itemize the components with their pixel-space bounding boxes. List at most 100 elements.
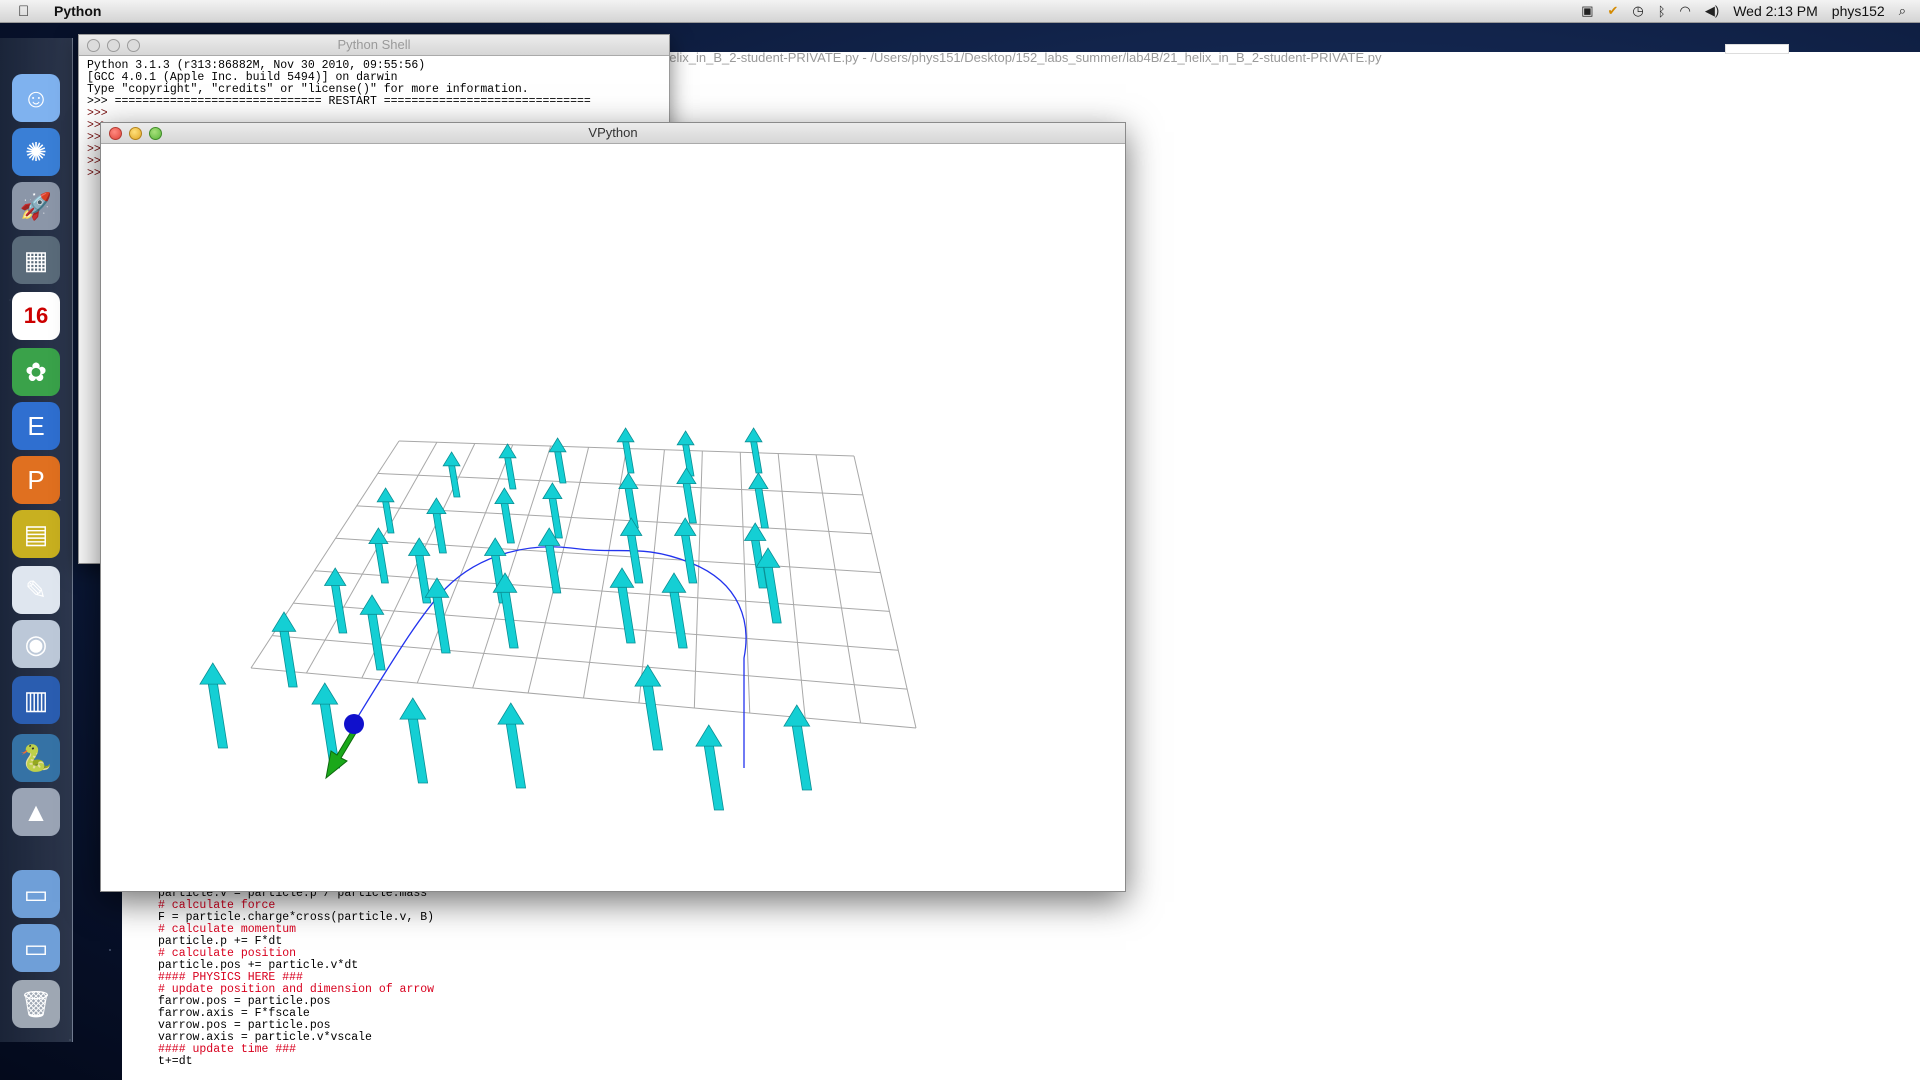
bluetooth-icon[interactable]: ᛒ bbox=[1658, 4, 1666, 19]
trash-icon[interactable]: 🗑 bbox=[12, 980, 60, 1028]
arrow-shaft bbox=[382, 500, 395, 534]
arrow-shaft bbox=[448, 464, 461, 498]
finder-icon[interactable]: ☺ bbox=[12, 74, 60, 122]
close-button[interactable] bbox=[109, 127, 122, 140]
grid-line bbox=[638, 449, 665, 704]
grid-line bbox=[815, 454, 862, 724]
menu-bar:  Python ▣ ✔ ◷ ᛒ ◠ ◀) Wed 2:13 PM phys15… bbox=[0, 0, 1920, 23]
check-icon[interactable]: ✔ bbox=[1607, 3, 1618, 19]
arrow-shaft bbox=[750, 440, 763, 474]
app-icon[interactable]: E bbox=[12, 402, 60, 450]
grid-line bbox=[739, 452, 751, 714]
app-icon[interactable]: ◉ bbox=[12, 620, 60, 668]
spotlight-icon[interactable]: ⌕ bbox=[1899, 3, 1906, 19]
close-button[interactable] bbox=[87, 39, 100, 52]
field-arrow bbox=[359, 594, 386, 671]
arrow-head bbox=[424, 577, 450, 598]
minimize-button[interactable] bbox=[107, 39, 120, 52]
arrow-shaft bbox=[500, 502, 515, 544]
arrow-head bbox=[323, 567, 347, 586]
arrow-head bbox=[498, 443, 517, 459]
app-name[interactable]: Python bbox=[54, 3, 101, 19]
folder-icon[interactable]: ▭ bbox=[12, 870, 60, 918]
status-icon[interactable]: ▣ bbox=[1581, 3, 1593, 19]
arrow-head bbox=[271, 611, 297, 632]
arrow-shaft bbox=[682, 482, 697, 524]
vpython-window[interactable]: VPython bbox=[100, 122, 1126, 892]
field-arrow bbox=[744, 427, 763, 474]
apple-icon[interactable]:  bbox=[18, 3, 40, 20]
arrow-head bbox=[748, 472, 769, 490]
arrow-shaft bbox=[367, 613, 386, 671]
field-arrow bbox=[695, 724, 725, 811]
arrow-shaft bbox=[763, 566, 782, 624]
editor-title: helix_in_B_2-student-PRIVATE.py - /Users… bbox=[662, 50, 1382, 65]
editor-toolbar-button[interactable] bbox=[1725, 44, 1789, 54]
arrow-head bbox=[359, 594, 385, 615]
arrow-head bbox=[494, 487, 515, 505]
arrow-head bbox=[609, 567, 635, 588]
arrow-shaft bbox=[680, 534, 698, 584]
arrow-shaft bbox=[791, 724, 813, 791]
dock: ☺ ✺ 🚀 ▦ 16 ✿ E P ▤ ✎ ◉ ▥ 🐍 ▲ ▭ ▭ 🗑 bbox=[0, 38, 73, 1042]
arrow-head bbox=[695, 724, 723, 747]
wifi-icon[interactable]: ◠ bbox=[1680, 3, 1691, 19]
user-name[interactable]: phys152 bbox=[1832, 3, 1885, 19]
safari-icon[interactable]: ✺ bbox=[12, 128, 60, 176]
photo-icon[interactable]: ▦ bbox=[12, 236, 60, 284]
zoom-button[interactable] bbox=[127, 39, 140, 52]
clock[interactable]: Wed 2:13 PM bbox=[1733, 3, 1818, 19]
arrow-shaft bbox=[669, 591, 688, 649]
app-icon[interactable]: ✿ bbox=[12, 348, 60, 396]
arrow-shaft bbox=[504, 456, 517, 490]
app-icon[interactable]: ▥ bbox=[12, 676, 60, 724]
grid-line bbox=[314, 570, 890, 612]
field-arrow bbox=[271, 611, 298, 688]
vpython-title: VPython bbox=[588, 125, 638, 140]
minimize-button[interactable] bbox=[129, 127, 142, 140]
arrow-head bbox=[376, 487, 395, 503]
zoom-button[interactable] bbox=[149, 127, 162, 140]
arrow-shaft bbox=[374, 542, 389, 584]
volume-icon[interactable]: ◀) bbox=[1705, 3, 1719, 19]
time-machine-icon[interactable]: ◷ bbox=[1632, 3, 1643, 19]
arrow-shaft bbox=[279, 630, 298, 688]
arrow-head bbox=[661, 572, 687, 593]
particle-sphere bbox=[344, 714, 364, 734]
arrow-shaft bbox=[207, 682, 229, 749]
app-icon[interactable]: P bbox=[12, 456, 60, 504]
arrow-head bbox=[426, 497, 447, 515]
folder-icon[interactable]: ▭ bbox=[12, 924, 60, 972]
arrow-head bbox=[676, 430, 695, 446]
launchpad-icon[interactable]: 🚀 bbox=[12, 182, 60, 230]
arrow-head bbox=[399, 697, 427, 720]
vpython-titlebar[interactable]: VPython bbox=[101, 123, 1125, 144]
arrow-shaft bbox=[330, 584, 348, 634]
field-arrow bbox=[609, 567, 636, 644]
arrow-shaft bbox=[554, 450, 567, 484]
rocket-icon[interactable]: ▲ bbox=[12, 788, 60, 836]
grid-line bbox=[527, 447, 590, 694]
field-arrow bbox=[376, 487, 395, 534]
code-line: #### update time ### bbox=[158, 1043, 297, 1056]
arrow-head bbox=[407, 537, 431, 556]
arrow-shaft bbox=[432, 512, 447, 554]
app-icon[interactable]: ▤ bbox=[12, 510, 60, 558]
3d-scene-canvas[interactable] bbox=[101, 143, 1125, 891]
calendar-icon[interactable]: 16 bbox=[12, 292, 60, 340]
python-icon[interactable]: 🐍 bbox=[12, 734, 60, 782]
field-arrow bbox=[399, 697, 429, 784]
arrow-shaft bbox=[642, 684, 664, 751]
code-area[interactable]: particle.v = particle.p / particle.mass #… bbox=[158, 888, 434, 1068]
field-arrow bbox=[548, 437, 567, 484]
app-icon[interactable]: ✎ bbox=[12, 566, 60, 614]
arrow-head bbox=[442, 451, 461, 467]
field-arrow bbox=[673, 517, 698, 584]
arrow-shaft bbox=[626, 534, 644, 584]
arrow-shaft bbox=[407, 717, 429, 784]
arrow-head bbox=[548, 437, 567, 453]
shell-titlebar[interactable]: Python Shell bbox=[79, 35, 669, 56]
arrow-head bbox=[616, 427, 635, 443]
arrow-head bbox=[199, 662, 227, 685]
arrow-shaft bbox=[703, 744, 725, 811]
